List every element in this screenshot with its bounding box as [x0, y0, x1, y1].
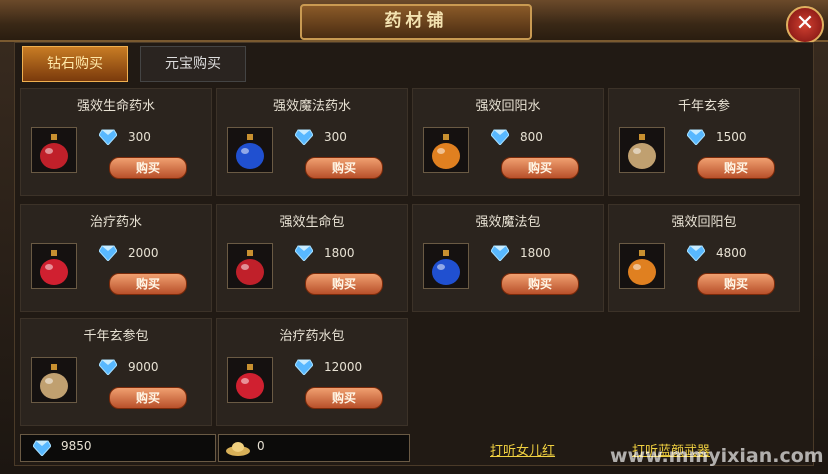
diamond-icon [491, 129, 509, 145]
shop-item: 千年玄参 1500 购买 [608, 88, 800, 196]
red-potion-pack-icon[interactable] [227, 243, 273, 289]
buy-button[interactable]: 购买 [501, 157, 579, 179]
shop-item: 强效魔法包 1800 购买 [412, 204, 604, 312]
diamond-icon [99, 129, 117, 145]
close-button[interactable]: ✕ [786, 6, 824, 44]
item-name: 治疗药水包 [279, 329, 345, 344]
item-name: 强效生命包 [279, 215, 345, 230]
buy-button[interactable]: 购买 [305, 387, 383, 409]
item-name: 千年玄参 [677, 99, 730, 114]
item-price: 12000 [324, 360, 363, 374]
diamond-icon [295, 245, 313, 261]
item-name: 千年玄参包 [83, 329, 149, 344]
buy-button[interactable]: 购买 [109, 387, 187, 409]
buy-button[interactable]: 购买 [305, 273, 383, 295]
item-name: 强效回阳包 [671, 215, 737, 230]
item-name: 治疗药水 [89, 215, 142, 230]
item-price: 2000 [128, 246, 159, 260]
diamond-icon [295, 129, 313, 145]
healing-potion-icon[interactable] [31, 243, 77, 289]
tab-diamond-purchase[interactable]: 钻石购买 [22, 46, 128, 82]
item-name: 强效魔法包 [475, 215, 541, 230]
diamond-icon [687, 245, 705, 261]
window-title: 药材铺 [300, 4, 532, 40]
watermark: www.mmyixian.com [610, 445, 824, 467]
item-price: 1500 [716, 130, 747, 144]
item-price: 1800 [520, 246, 551, 260]
shop-item: 强效回阳包 4800 购买 [608, 204, 800, 312]
item-price: 9000 [128, 360, 159, 374]
diamond-count: 9850 [61, 439, 92, 453]
shop-item: 治疗药水包 12000 购买 [216, 318, 408, 426]
item-price: 300 [324, 130, 347, 144]
diamond-icon [295, 359, 313, 375]
item-price: 1800 [324, 246, 355, 260]
ginseng-icon[interactable] [619, 127, 665, 173]
item-name: 强效回阳水 [475, 99, 541, 114]
diamond-icon [99, 245, 117, 261]
item-name: 强效生命药水 [76, 99, 155, 114]
buy-button[interactable]: 购买 [501, 273, 579, 295]
shop-item: 强效回阳水 800 购买 [412, 88, 604, 196]
shop-item: 强效生命包 1800 购买 [216, 204, 408, 312]
diamond-icon [687, 129, 705, 145]
item-price: 800 [520, 130, 543, 144]
orange-potion-icon[interactable] [423, 127, 469, 173]
buy-button[interactable]: 购买 [305, 157, 383, 179]
buy-button[interactable]: 购买 [109, 273, 187, 295]
diamond-icon [33, 440, 51, 456]
close-icon: ✕ [795, 11, 815, 36]
tab-ingot-purchase[interactable]: 元宝购买 [140, 46, 246, 82]
shop-item: 治疗药水 2000 购买 [20, 204, 212, 312]
diamond-icon [491, 245, 509, 261]
shop-item: 强效魔法药水 300 购买 [216, 88, 408, 196]
orange-potion-pack-icon[interactable] [619, 243, 665, 289]
ingot-balance: 0 [218, 434, 410, 462]
ingot-icon [226, 442, 250, 456]
diamond-icon [99, 359, 117, 375]
buy-button[interactable]: 购买 [697, 273, 775, 295]
ingot-count: 0 [257, 439, 265, 453]
buy-button[interactable]: 购买 [109, 157, 187, 179]
buy-button[interactable]: 购买 [697, 157, 775, 179]
item-price: 4800 [716, 246, 747, 260]
diamond-balance: 9850 [20, 434, 216, 462]
blue-potion-icon[interactable] [227, 127, 273, 173]
item-name: 强效魔法药水 [272, 99, 351, 114]
inquire-nuerhong-link[interactable]: 打听女儿红 [490, 440, 555, 459]
item-price: 300 [128, 130, 151, 144]
shop-item: 千年玄参包 9000 购买 [20, 318, 212, 426]
shop-item: 强效生命药水 300 购买 [20, 88, 212, 196]
blue-potion-pack-icon[interactable] [423, 243, 469, 289]
ginseng-pack-icon[interactable] [31, 357, 77, 403]
red-potion-icon[interactable] [31, 127, 77, 173]
healing-potion-pack-icon[interactable] [227, 357, 273, 403]
